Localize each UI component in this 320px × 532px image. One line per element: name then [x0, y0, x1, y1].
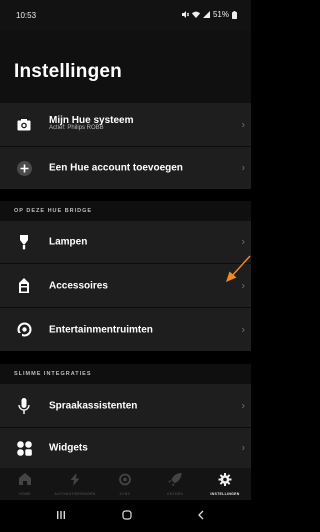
list-item-accessoires[interactable]: Accessoires ›: [0, 264, 251, 307]
automation-icon: [70, 473, 80, 486]
battery-icon: [232, 10, 237, 19]
list-item-label: Lampen: [49, 236, 88, 248]
nav-label: ONTDEK: [166, 492, 184, 496]
nav-label: SYNC: [119, 492, 131, 496]
status-bar: 10:53 51%: [0, 0, 251, 30]
chevron-right-icon: ›: [241, 442, 245, 454]
nav-label: AUTOMATISERINGEN: [54, 492, 96, 496]
mute-icon: [181, 11, 189, 18]
bottom-navigation: HOME AUTOMATISERINGEN SYNC ONTDEK INSTEL…: [0, 468, 251, 500]
active-bridge-label: Actief: Philips ROBB: [49, 125, 104, 131]
camera-icon: [16, 117, 32, 133]
annotation-arrow-icon: [226, 255, 251, 282]
list-item-spraakassistenten[interactable]: Spraakassistenten ›: [0, 384, 251, 427]
list-item-entertainmentruimten[interactable]: Entertainmentruimten ›: [0, 308, 251, 351]
nav-label: INSTELLINGEN: [210, 492, 240, 496]
entertainment-icon: [16, 322, 32, 338]
sync-icon: [119, 473, 131, 486]
bulb-icon: [16, 234, 32, 250]
chevron-right-icon: ›: [241, 324, 245, 335]
nav-label: HOME: [19, 492, 31, 496]
explore-icon: [168, 473, 182, 486]
section-heading-bridge: OP DEZE HUE BRIDGE: [0, 201, 251, 221]
nav-automations[interactable]: AUTOMATISERINGEN: [50, 468, 100, 500]
chevron-right-icon: ›: [241, 162, 245, 174]
status-icons: 51%: [181, 10, 237, 19]
chevron-right-icon: ›: [241, 119, 245, 130]
section-title: SLIMME INTEGRATIES: [14, 371, 92, 377]
home-button-icon[interactable]: [122, 510, 132, 520]
list-item-label: Spraakassistenten: [49, 400, 138, 411]
nav-home[interactable]: HOME: [0, 468, 50, 500]
nav-explore[interactable]: ONTDEK: [150, 468, 200, 500]
section-title: OP DEZE HUE BRIDGE: [14, 208, 93, 214]
add-hue-account-label: Een Hue account toevoegen: [49, 162, 183, 174]
list-item-widgets[interactable]: Widgets ›: [0, 428, 251, 468]
section-heading-smart: SLIMME INTEGRATIES: [0, 364, 251, 384]
system-navigation-bar: [0, 500, 251, 532]
chevron-right-icon: ›: [241, 236, 245, 248]
settings-gear-icon: [218, 473, 232, 486]
back-icon[interactable]: [196, 510, 206, 520]
list-item-lampen[interactable]: Lampen ›: [0, 221, 251, 263]
nav-settings[interactable]: INSTELLINGEN: [200, 468, 250, 500]
wifi-icon: [191, 11, 200, 18]
my-hue-system-row[interactable]: Mijn Hue systeem Actief: Philips ROBB ›: [0, 103, 251, 146]
home-icon: [19, 473, 31, 485]
list-item-label: Accessoires: [49, 280, 108, 291]
status-time: 10:53: [16, 11, 37, 20]
nav-sync[interactable]: SYNC: [100, 468, 150, 500]
battery-percent: 51%: [212, 10, 229, 19]
chevron-right-icon: ›: [241, 400, 245, 411]
signal-icon: [202, 11, 210, 18]
microphone-icon: [16, 397, 32, 414]
plus-icon: [16, 160, 32, 176]
list-item-label: Widgets: [49, 442, 88, 454]
page-title: Instellingen: [14, 61, 122, 82]
recent-apps-icon[interactable]: [56, 510, 66, 520]
page-header: Instellingen: [0, 30, 251, 103]
switch-icon: [16, 278, 32, 294]
widgets-icon: [16, 440, 32, 456]
add-hue-account-row[interactable]: Een Hue account toevoegen ›: [0, 147, 251, 189]
list-item-label: Entertainmentruimten: [49, 324, 153, 335]
